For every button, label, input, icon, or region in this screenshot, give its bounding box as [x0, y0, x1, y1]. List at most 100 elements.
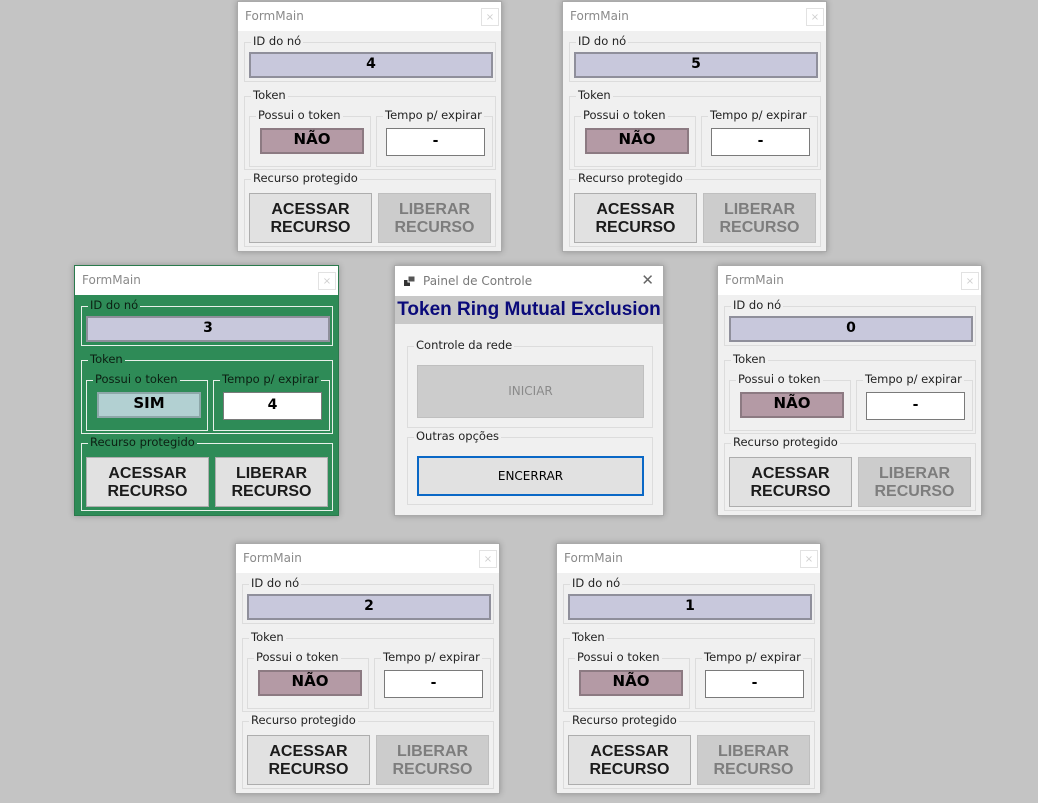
- release-resource-button[interactable]: LIBERAR RECURSO: [697, 735, 810, 785]
- app-header: Token Ring Mutual Exclusion: [395, 296, 663, 324]
- expire-time-display: -: [705, 670, 804, 698]
- window-title: FormMain: [243, 551, 302, 565]
- expire-group: Tempo p/ expirar -: [376, 108, 493, 167]
- window-title: FormMain: [245, 9, 304, 23]
- access-resource-button[interactable]: ACESSAR RECURSO: [568, 735, 691, 785]
- token-status: NÃO: [579, 670, 683, 696]
- expire-group: Tempo p/ expirar -: [695, 650, 812, 709]
- node-window-0: FormMain × ID do nó 0 Token Possui o tok…: [717, 265, 982, 516]
- node-id-display: 1: [568, 594, 812, 620]
- release-resource-button[interactable]: LIBERAR RECURSO: [215, 457, 328, 507]
- has-token-label: Possui o token: [581, 108, 668, 122]
- resource-group: Recurso protegido ACESSAR RECURSO LIBERA…: [81, 435, 333, 511]
- close-icon[interactable]: ×: [961, 272, 979, 290]
- control-panel-title-bar[interactable]: Painel de Controle ✕: [395, 266, 663, 296]
- has-token-label: Possui o token: [93, 372, 180, 386]
- has-token-group: Possui o token SIM: [86, 372, 208, 431]
- resource-group-label: Recurso protegido: [88, 435, 197, 449]
- control-panel-title: Painel de Controle: [423, 274, 533, 288]
- resource-group-label: Recurso protegido: [251, 171, 360, 185]
- token-group-label: Token: [570, 630, 607, 644]
- id-group-label: ID do nó: [249, 576, 302, 590]
- access-resource-button[interactable]: ACESSAR RECURSO: [247, 735, 370, 785]
- token-status: NÃO: [585, 128, 689, 154]
- has-token-group: Possui o token NÃO: [568, 650, 690, 709]
- token-status: NÃO: [260, 128, 364, 154]
- resource-group: Recurso protegido ACESSAR RECURSO LIBERA…: [244, 171, 496, 247]
- window-title: FormMain: [725, 273, 784, 287]
- node-id-display: 4: [249, 52, 493, 78]
- expire-time-display: -: [384, 670, 483, 698]
- expire-group: Tempo p/ expirar -: [701, 108, 818, 167]
- end-button[interactable]: ENCERRAR: [417, 456, 644, 496]
- token-group: Token Possui o token NÃO Tempo p/ expira…: [244, 88, 496, 170]
- token-group-label: Token: [88, 352, 125, 366]
- has-token-label: Possui o token: [254, 650, 341, 664]
- has-token-label: Possui o token: [575, 650, 662, 664]
- id-group-label: ID do nó: [570, 576, 623, 590]
- node-window-3: FormMain × ID do nó 3 Token Possui o tok…: [74, 265, 339, 516]
- resource-group: Recurso protegido ACESSAR RECURSO LIBERA…: [563, 713, 815, 789]
- token-group-label: Token: [251, 88, 288, 102]
- close-icon[interactable]: ×: [318, 272, 336, 290]
- title-bar[interactable]: FormMain ×: [563, 2, 826, 31]
- expire-label: Tempo p/ expirar: [381, 650, 482, 664]
- id-group: ID do nó 3: [81, 298, 333, 346]
- expire-time-display: -: [866, 392, 965, 420]
- id-group-label: ID do nó: [576, 34, 629, 48]
- resource-group-label: Recurso protegido: [731, 435, 840, 449]
- token-group: Token Possui o token NÃO Tempo p/ expira…: [563, 630, 815, 712]
- id-group: ID do nó 5: [569, 34, 821, 82]
- title-bar[interactable]: FormMain ×: [718, 266, 981, 295]
- control-panel-window: Painel de Controle ✕ Token Ring Mutual E…: [394, 265, 664, 516]
- node-id-display: 0: [729, 316, 973, 342]
- access-resource-button[interactable]: ACESSAR RECURSO: [729, 457, 852, 507]
- token-group-label: Token: [731, 352, 768, 366]
- has-token-label: Possui o token: [736, 372, 823, 386]
- id-group-label: ID do nó: [251, 34, 304, 48]
- access-resource-button[interactable]: ACESSAR RECURSO: [86, 457, 209, 507]
- has-token-label: Possui o token: [256, 108, 343, 122]
- close-icon[interactable]: ×: [806, 8, 824, 26]
- id-group: ID do nó 1: [563, 576, 815, 624]
- title-bar[interactable]: FormMain ×: [557, 544, 820, 573]
- release-resource-button[interactable]: LIBERAR RECURSO: [378, 193, 491, 243]
- expire-label: Tempo p/ expirar: [863, 372, 964, 386]
- node-window-1: FormMain × ID do nó 1 Token Possui o tok…: [556, 543, 821, 794]
- window-title: FormMain: [564, 551, 623, 565]
- node-window-5: FormMain × ID do nó 5 Token Possui o tok…: [562, 1, 827, 252]
- token-status: SIM: [97, 392, 201, 418]
- token-group: Token Possui o token NÃO Tempo p/ expira…: [724, 352, 976, 434]
- close-icon[interactable]: ×: [479, 550, 497, 568]
- expire-label: Tempo p/ expirar: [702, 650, 803, 664]
- token-group: Token Possui o token NÃO Tempo p/ expira…: [242, 630, 494, 712]
- id-group-label: ID do nó: [731, 298, 784, 312]
- title-bar[interactable]: FormMain ×: [75, 266, 338, 295]
- id-group: ID do nó 2: [242, 576, 494, 624]
- other-options-label: Outras opções: [414, 429, 502, 443]
- id-group-label: ID do nó: [88, 298, 141, 312]
- app-icon: [404, 275, 416, 286]
- node-window-2: FormMain × ID do nó 2 Token Possui o tok…: [235, 543, 500, 794]
- title-bar[interactable]: FormMain ×: [238, 2, 501, 31]
- start-button[interactable]: INICIAR: [417, 365, 644, 418]
- release-resource-button[interactable]: LIBERAR RECURSO: [703, 193, 816, 243]
- expire-time-display: 4: [223, 392, 322, 420]
- title-bar[interactable]: FormMain ×: [236, 544, 499, 573]
- id-group: ID do nó 0: [724, 298, 976, 346]
- resource-group-label: Recurso protegido: [576, 171, 685, 185]
- expire-time-display: -: [711, 128, 810, 156]
- window-title: FormMain: [570, 9, 629, 23]
- close-icon[interactable]: ✕: [641, 271, 654, 289]
- release-resource-button[interactable]: LIBERAR RECURSO: [858, 457, 971, 507]
- resource-group: Recurso protegido ACESSAR RECURSO LIBERA…: [724, 435, 976, 511]
- expire-label: Tempo p/ expirar: [220, 372, 321, 386]
- has-token-group: Possui o token NÃO: [574, 108, 696, 167]
- access-resource-button[interactable]: ACESSAR RECURSO: [249, 193, 372, 243]
- close-icon[interactable]: ×: [800, 550, 818, 568]
- access-resource-button[interactable]: ACESSAR RECURSO: [574, 193, 697, 243]
- close-icon[interactable]: ×: [481, 8, 499, 26]
- network-control-label: Controle da rede: [414, 338, 515, 352]
- release-resource-button[interactable]: LIBERAR RECURSO: [376, 735, 489, 785]
- node-id-display: 3: [86, 316, 330, 342]
